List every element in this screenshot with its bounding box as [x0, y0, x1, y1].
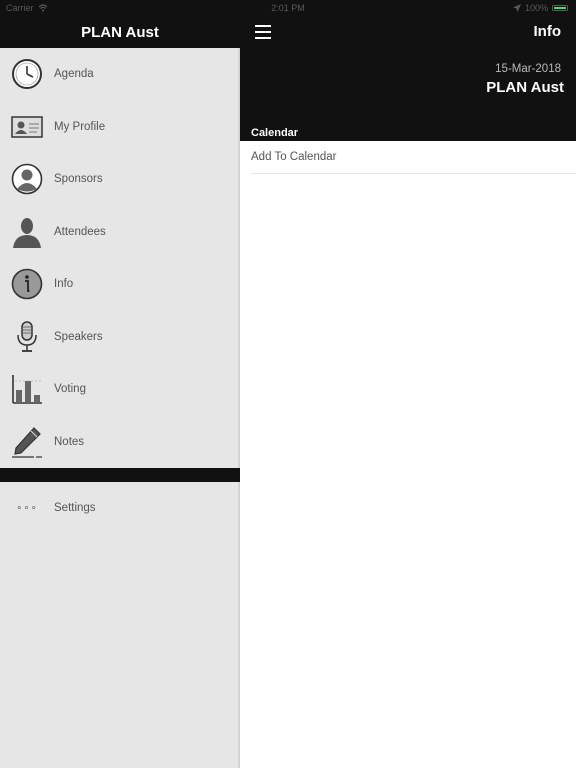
menu-label-agenda: Agenda [54, 68, 94, 81]
pen-icon [10, 425, 44, 459]
sponsor-person-icon [10, 162, 44, 196]
microphone-icon [10, 320, 44, 354]
section-title-calendar: Calendar [251, 127, 299, 139]
menu-label-speakers: Speakers [54, 330, 103, 343]
battery-percent: 100% [524, 3, 548, 13]
menu-item-settings[interactable]: ∘∘∘ Settings [0, 482, 240, 534]
attendee-person-icon [10, 215, 44, 249]
menu-label-sponsors: Sponsors [54, 173, 103, 186]
status-bar: Carrier 2:01 PM 100% [0, 0, 576, 16]
bar-chart-icon [10, 372, 44, 406]
menu-item-my-profile[interactable]: My Profile [0, 101, 240, 154]
menu-label-my-profile: My Profile [54, 120, 106, 133]
menu-item-sponsors[interactable]: Sponsors [0, 153, 240, 206]
menu-label-info: Info [54, 278, 74, 291]
menu-label-voting: Voting [54, 383, 86, 396]
drawer-menu: Agenda My Profile Sponsors Attendees Inf… [0, 48, 240, 468]
menu-item-voting[interactable]: Voting [0, 363, 240, 416]
page-title: Info [533, 23, 562, 40]
menu-item-info[interactable]: Info [0, 258, 240, 311]
battery-level [554, 7, 566, 9]
info-header: 15-Mar-2018 PLAN Aust Calendar [240, 48, 576, 141]
add-to-calendar-row[interactable]: Add To Calendar [251, 141, 576, 174]
drawer-title: PLAN Aust [0, 16, 240, 48]
more-dots-icon: ∘∘∘ [16, 502, 38, 514]
menu-item-attendees[interactable]: Attendees [0, 206, 240, 259]
status-bar-right: 100% [512, 0, 568, 16]
menu-item-notes[interactable]: Notes [0, 416, 240, 469]
clock-icon [10, 57, 44, 91]
info-icon [10, 267, 44, 301]
menu-label-settings: Settings [54, 502, 96, 514]
location-arrow-icon [512, 4, 521, 12]
top-bar: Info [240, 16, 576, 48]
side-drawer: PLAN Aust Agenda My Profile Sponsors Att… [0, 16, 240, 768]
hamburger-menu-icon[interactable] [255, 25, 271, 39]
event-date: 15-Mar-2018 [495, 63, 561, 75]
profile-card-icon [10, 110, 44, 144]
menu-label-attendees: Attendees [54, 225, 106, 238]
battery-icon [552, 5, 568, 11]
menu-item-agenda[interactable]: Agenda [0, 48, 240, 101]
menu-label-notes: Notes [54, 435, 85, 448]
drawer-divider [0, 468, 240, 482]
status-bar-time: 2:01 PM [271, 3, 305, 13]
menu-item-speakers[interactable]: Speakers [0, 311, 240, 364]
main-panel: Info 15-Mar-2018 PLAN Aust Calendar Add … [240, 16, 576, 768]
event-name: PLAN Aust [486, 79, 564, 96]
